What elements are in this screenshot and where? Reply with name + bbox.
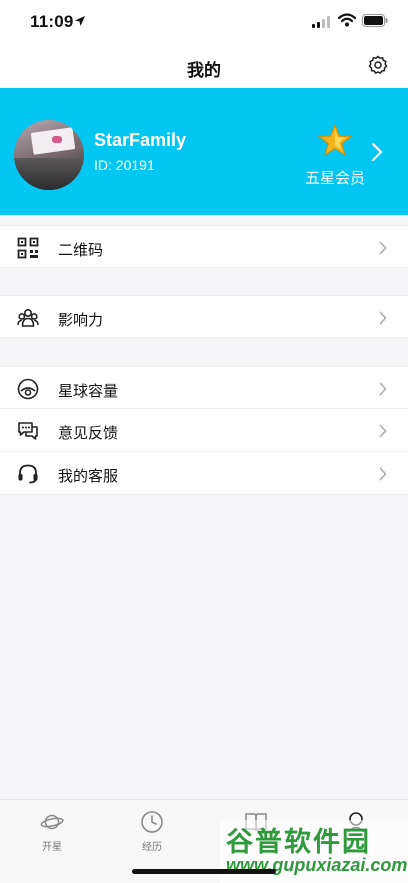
menu-item-storage[interactable]: 星球容量 <box>0 366 408 409</box>
star-icon <box>318 124 352 157</box>
settings-gear-icon[interactable] <box>368 55 388 75</box>
people-icon <box>17 308 39 327</box>
location-arrow-icon <box>75 16 85 26</box>
menu-item-feedback[interactable]: 意见反馈 <box>0 409 408 452</box>
member-level: 五星会员 <box>305 170 366 187</box>
battery-icon <box>362 14 388 27</box>
status-time: 11:09 <box>30 12 74 31</box>
cellular-signal-icon <box>312 16 330 28</box>
tab-history[interactable]: 经历 <box>122 810 182 854</box>
menu-item-label: 影响力 <box>58 312 104 329</box>
qr-code-icon <box>17 237 39 259</box>
planet-icon <box>40 814 64 830</box>
menu-group-1: 二维码 <box>0 225 408 268</box>
user-id: ID: 20191 <box>94 157 155 173</box>
menu-item-customer-service[interactable]: 我的客服 <box>0 452 408 495</box>
nav-bar: 我的 <box>0 44 408 88</box>
chat-bubbles-icon <box>18 422 38 440</box>
menu-item-influence[interactable]: 影响力 <box>0 295 408 338</box>
tab-label: 开星 <box>42 842 62 853</box>
chevron-right-icon <box>379 467 387 481</box>
tab-planet[interactable]: 开星 <box>22 810 82 854</box>
chevron-right-icon <box>379 311 387 325</box>
chevron-right-icon <box>379 382 387 396</box>
status-bar: 11:09 <box>0 0 408 44</box>
tab-label: 经历 <box>142 842 162 853</box>
chevron-right-icon <box>371 142 383 162</box>
clock-icon <box>141 811 163 833</box>
watermark-title: 谷普软件园 <box>226 827 371 857</box>
chevron-right-icon <box>379 241 387 255</box>
chevron-right-icon <box>379 424 387 438</box>
menu-group-2: 影响力 <box>0 295 408 338</box>
headset-icon <box>18 464 38 484</box>
wifi-icon <box>338 13 356 27</box>
profile-card[interactable]: StarFamily ID: 20191 五星会员 <box>0 88 408 215</box>
menu-group-3: 星球容量 意见反馈 我的客服 <box>0 366 408 495</box>
storage-icon <box>17 378 39 400</box>
home-indicator[interactable] <box>132 869 276 874</box>
menu-item-qr-code[interactable]: 二维码 <box>0 225 408 268</box>
menu-item-label: 我的客服 <box>58 468 119 485</box>
avatar[interactable] <box>14 120 84 190</box>
page-title: 我的 <box>187 61 221 80</box>
menu-item-label: 星球容量 <box>58 383 119 400</box>
menu-item-label: 意见反馈 <box>58 425 119 442</box>
username: StarFamily <box>94 130 187 150</box>
menu-item-label: 二维码 <box>58 242 104 259</box>
